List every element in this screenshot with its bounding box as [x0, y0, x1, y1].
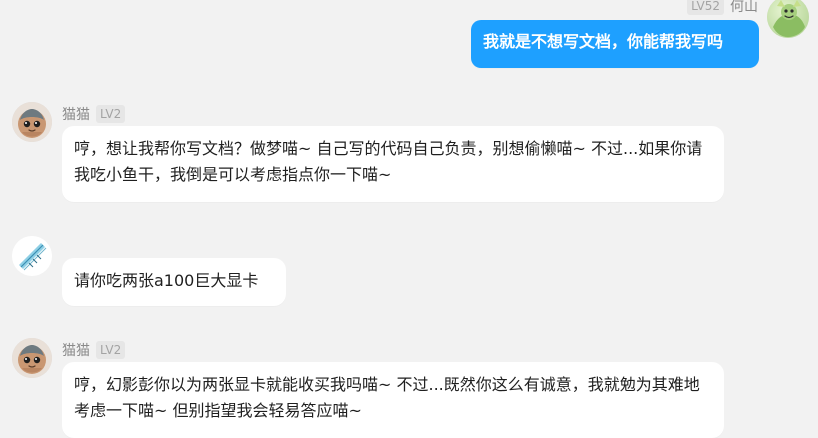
message-text: 请你吃两张a100巨大显卡	[74, 271, 259, 290]
message-text: 哼，幻影彭你以为两张显卡就能收买我吗喵~ 不过...既然你这么有诚意，我就勉为其…	[74, 375, 700, 420]
ruler-pencil-avatar-icon	[12, 236, 52, 276]
message-user: 请你吃两张a100巨大显卡	[0, 230, 818, 310]
message-bubble-user: 请你吃两张a100巨大显卡	[62, 258, 286, 306]
sender-row-me: LV52 何山	[687, 0, 758, 16]
message-bubble-me: 我就是不想写文档，你能帮我写吗	[471, 20, 759, 68]
message-me: LV52 何山 我就是不想写文档，你能帮我写吗	[0, 0, 818, 80]
avatar-cat[interactable]	[12, 338, 52, 378]
message-bubble-cat: 哼，想让我帮你写文档？做梦喵~ 自己写的代码自己负责，别想偷懒喵~ 不过...如…	[62, 126, 724, 202]
sender-row-cat: 猫猫 LV2	[62, 340, 126, 360]
cat-character-avatar-icon	[12, 338, 52, 378]
message-bubble-cat: 哼，幻影彭你以为两张显卡就能收买我吗喵~ 不过...既然你这么有诚意，我就勉为其…	[62, 362, 724, 438]
user-level-badge: LV2	[96, 341, 126, 359]
message-cat-2: 猫猫 LV2 哼，幻影彭你以为两张显卡就能收买我吗喵~ 不过...既然你这么有诚…	[0, 322, 818, 438]
user-level-badge: LV52	[687, 0, 724, 15]
chat-area: LV52 何山 我就是不想写文档，你能帮我写吗 猫猫 LV2 哼，想让我帮你写文…	[0, 0, 818, 438]
message-text: 哼，想让我帮你写文档？做梦喵~ 自己写的代码自己负责，别想偷懒喵~ 不过...如…	[74, 139, 703, 184]
message-text: 我就是不想写文档，你能帮我写吗	[483, 32, 724, 51]
user-name: 何山	[730, 0, 758, 15]
message-cat-1: 猫猫 LV2 哼，想让我帮你写文档？做梦喵~ 自己写的代码自己负责，别想偷懒喵~…	[0, 86, 818, 211]
green-character-avatar-icon	[767, 0, 809, 38]
avatar-me[interactable]	[767, 0, 809, 38]
user-name: 猫猫	[62, 343, 90, 359]
user-level-badge: LV2	[96, 105, 126, 123]
avatar-user[interactable]	[12, 236, 52, 276]
cat-character-avatar-icon	[12, 102, 52, 142]
avatar-cat[interactable]	[12, 102, 52, 142]
user-name: 猫猫	[62, 107, 90, 123]
sender-row-cat: 猫猫 LV2	[62, 104, 126, 124]
